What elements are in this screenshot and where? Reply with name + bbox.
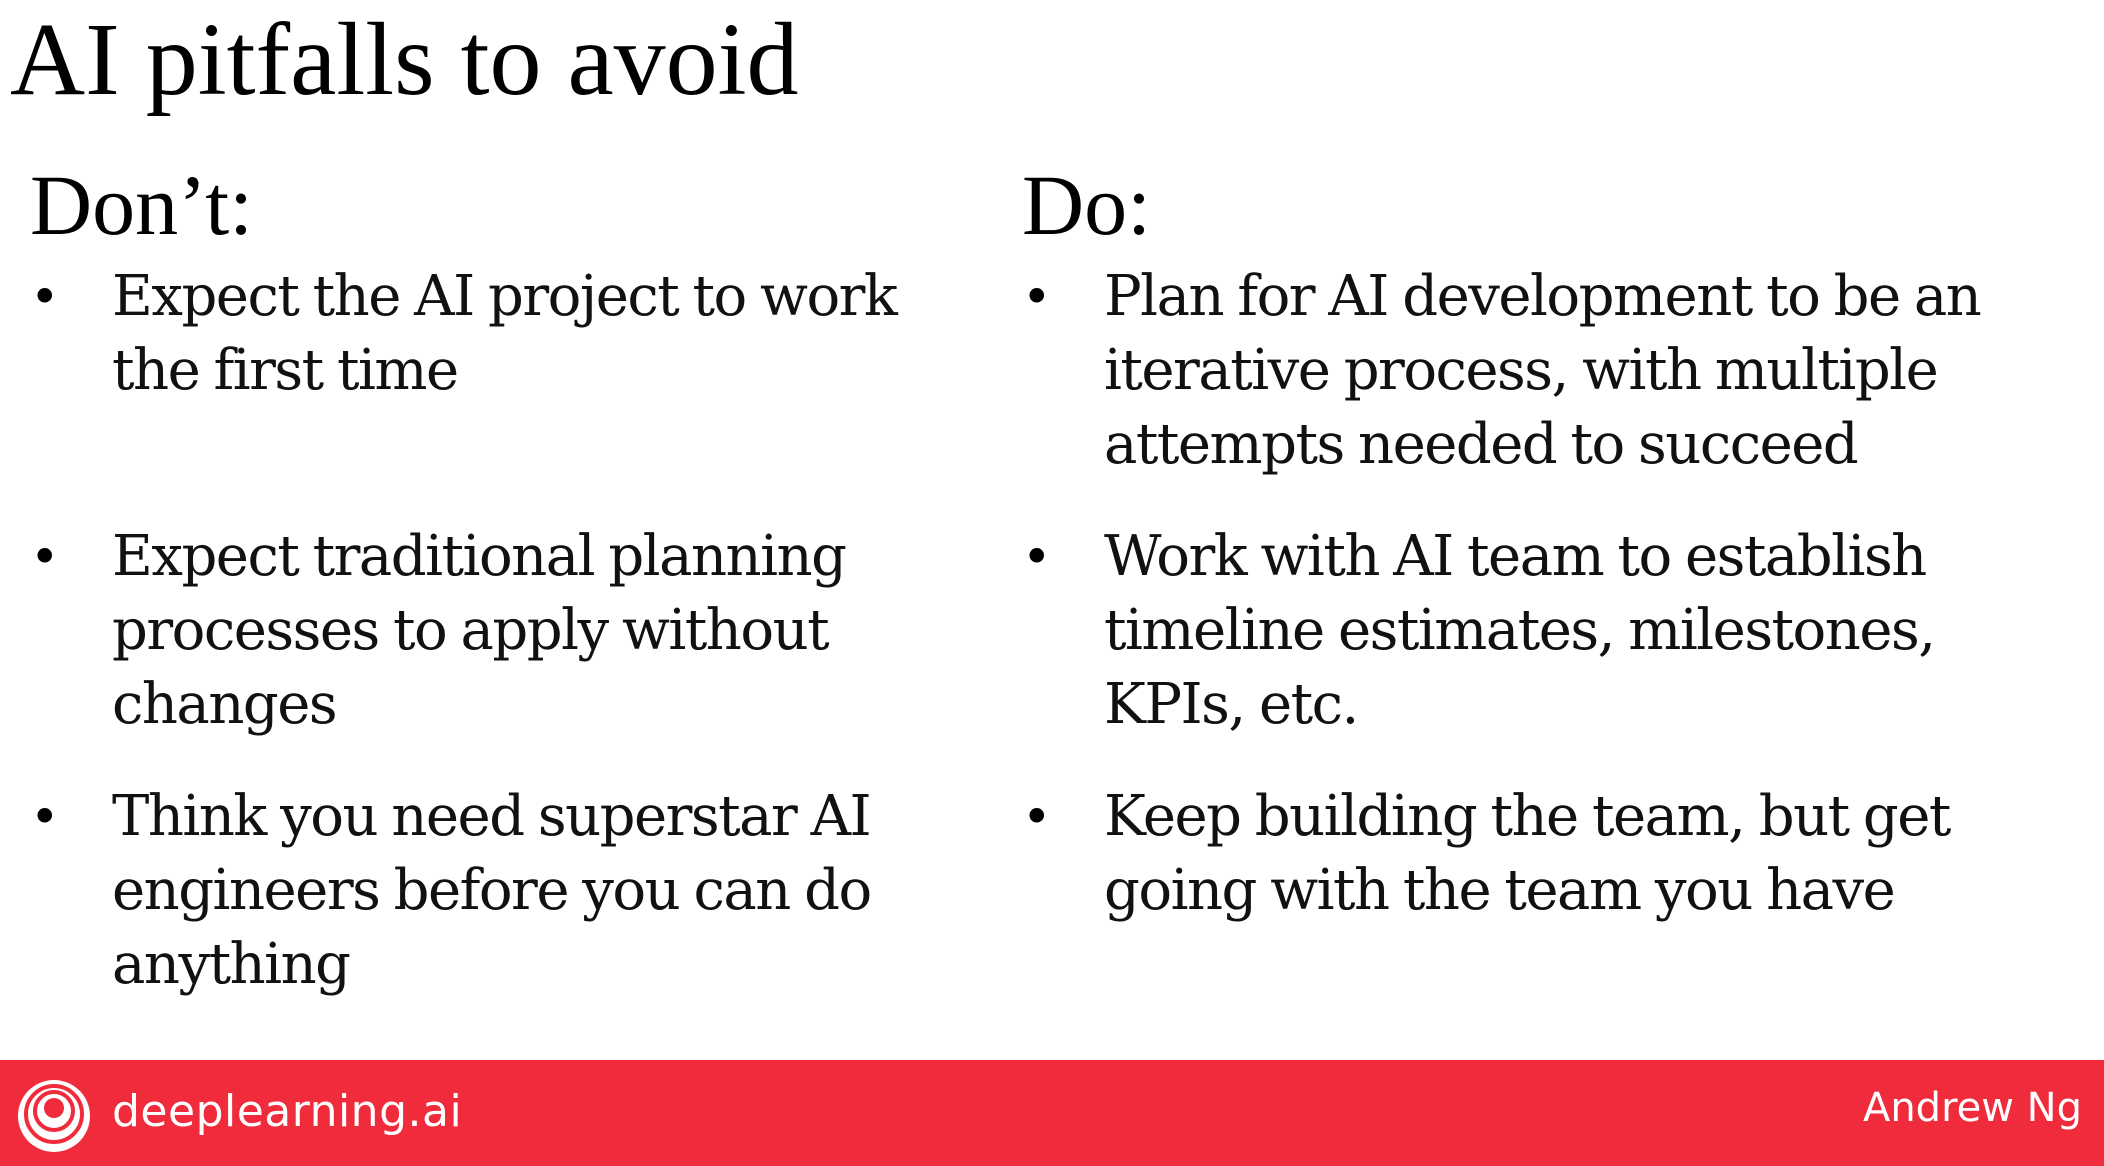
do-bullet-3-text: Keep building the team, but get going wi… (1104, 784, 1951, 923)
bullet-icon: • (30, 788, 60, 846)
slide-title: AI pitfalls to avoid (10, 2, 799, 117)
bullet-icon: • (1022, 788, 1052, 846)
dont-heading: Don’t: (30, 157, 253, 253)
bullet-icon: • (30, 528, 60, 586)
dont-bullet-2-text: Expect traditional planning processes to… (112, 524, 847, 737)
dont-bullet-3-text: Think you need superstar AI engineers be… (112, 784, 872, 997)
author-name: Andrew Ng (1862, 1085, 2082, 1131)
footer-bar: deeplearning.ai Andrew Ng (0, 1060, 2104, 1166)
bullet-icon: • (1022, 528, 1052, 586)
slide: AI pitfalls to avoid Don’t: • Expect the… (0, 0, 2104, 1166)
brand-name: deeplearning.ai (112, 1086, 463, 1137)
do-bullet-1-text: Plan for AI development to be an iterati… (1104, 264, 1982, 477)
do-column: Do: • Plan for AI development to be an i… (1022, 150, 2082, 923)
dont-bullet-1-text: Expect the AI project to work the first … (112, 264, 898, 403)
dont-column: Don’t: • Expect the AI project to work t… (30, 150, 990, 997)
bullet-icon: • (30, 268, 60, 326)
deeplearning-logo-icon (18, 1080, 90, 1152)
bullet-icon: • (1022, 268, 1052, 326)
do-heading: Do: (1022, 157, 1151, 253)
do-bullet-2-text: Work with AI team to establish timeline … (1104, 524, 1936, 737)
